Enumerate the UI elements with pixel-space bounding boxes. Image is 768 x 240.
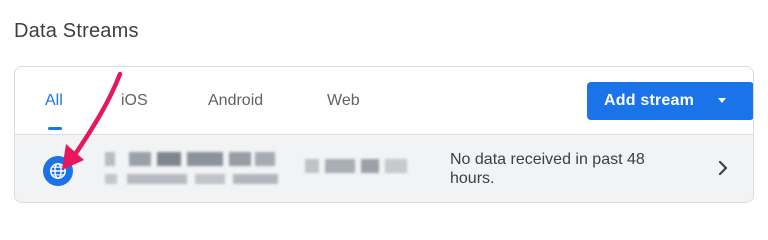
add-stream-label: Add stream (604, 92, 695, 109)
page: Data Streams All iOS Android Web Add str… (0, 0, 768, 221)
stream-row[interactable]: No data received in past 48 hours. (15, 134, 753, 202)
active-tab-indicator (48, 127, 62, 130)
chevron-right-icon[interactable] (715, 160, 731, 176)
stream-name-redacted (105, 152, 277, 166)
globe-icon (43, 156, 73, 186)
stream-url-redacted (105, 174, 280, 184)
tab-bar: All iOS Android Web Add stream (15, 67, 753, 134)
stream-id-redacted (305, 159, 410, 173)
tab-ios[interactable]: iOS (121, 92, 148, 110)
tab-android[interactable]: Android (208, 92, 263, 110)
stream-status: No data received in past 48 hours. (450, 151, 645, 187)
tab-web[interactable]: Web (327, 92, 360, 110)
caret-down-icon (718, 98, 726, 103)
data-streams-card: All iOS Android Web Add stream No data r… (14, 66, 754, 203)
tab-all[interactable]: All (45, 92, 63, 110)
add-stream-button[interactable]: Add stream (587, 82, 753, 120)
page-title: Data Streams (14, 20, 139, 42)
